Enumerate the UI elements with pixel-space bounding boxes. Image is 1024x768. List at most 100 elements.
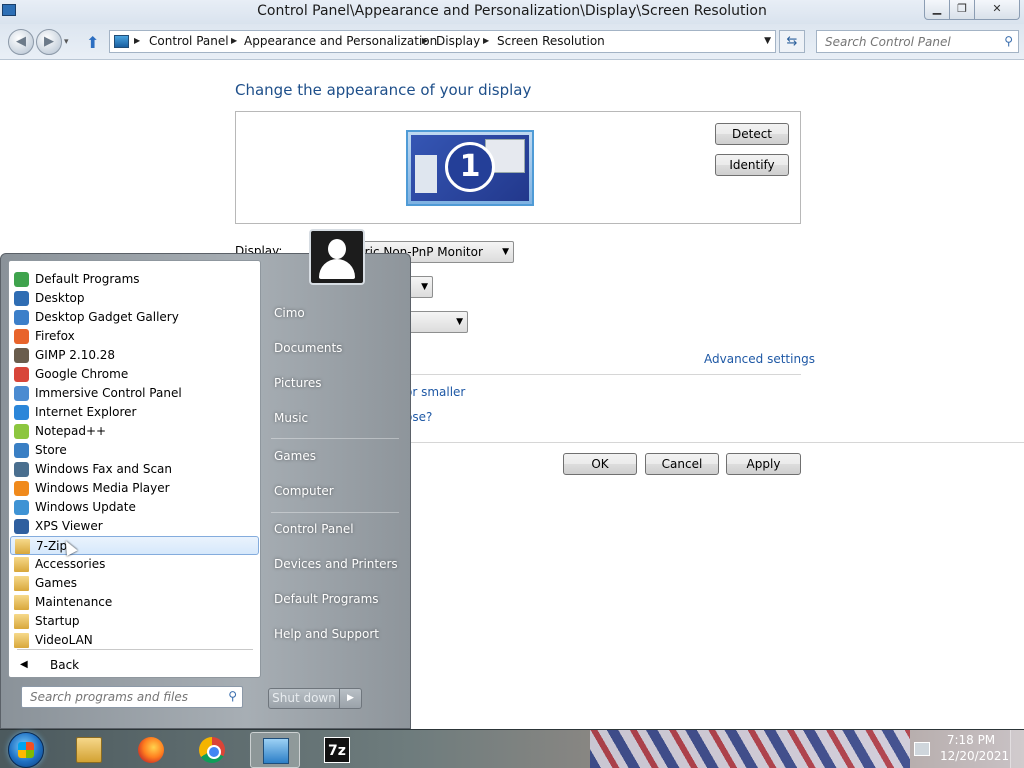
program-item[interactable]: Store	[10, 441, 259, 460]
folder-icon	[14, 557, 29, 572]
back-label: Back	[50, 658, 80, 672]
search-control-panel-box[interactable]: ⚲	[816, 30, 1019, 53]
apply-button[interactable]: Apply	[726, 453, 801, 475]
clock-date[interactable]: 12/20/2021	[940, 749, 1009, 763]
chevron-right-icon[interactable]: ▶	[483, 36, 489, 45]
program-item[interactable]: Windows Fax and Scan	[10, 460, 259, 479]
address-dropdown-icon[interactable]: ▼	[764, 36, 771, 46]
program-item[interactable]: 7-Zip	[10, 536, 259, 555]
program-item[interactable]: Firefox	[10, 327, 259, 346]
dropdown-arrow-icon: ▼	[502, 247, 509, 257]
cancel-button[interactable]: Cancel	[645, 453, 719, 475]
chevron-right-icon[interactable]: ▶	[134, 36, 140, 45]
start-link-default-programs[interactable]: Default Programs	[274, 592, 379, 606]
breadcrumb-screen-resolution[interactable]: Screen Resolution	[497, 34, 605, 48]
start-link-control-panel[interactable]: Control Panel	[274, 522, 354, 536]
program-item[interactable]: Immersive Control Panel	[10, 384, 259, 403]
navigation-bar: ◀ ▶ ▾ ⬆ ▶ Control Panel ▶ Appearance and…	[0, 24, 1024, 60]
close-button[interactable]: ✕	[974, 0, 1020, 20]
identify-button[interactable]: Identify	[715, 154, 789, 176]
program-item[interactable]: Notepad++	[10, 422, 259, 441]
program-item[interactable]: Maintenance	[10, 593, 259, 612]
program-item[interactable]: Desktop Gadget Gallery	[10, 308, 259, 327]
taskbar-explorer-button[interactable]	[64, 732, 114, 768]
recent-pages-dropdown[interactable]: ▾	[64, 37, 69, 47]
clock-time[interactable]: 7:18 PM	[940, 733, 1002, 747]
ok-button[interactable]: OK	[563, 453, 637, 475]
program-label: Notepad++	[35, 424, 107, 438]
monitor-1-thumbnail[interactable]: 1	[406, 130, 534, 206]
search-icon[interactable]: ⚲	[1004, 34, 1013, 48]
folder-icon	[14, 595, 29, 610]
program-item[interactable]: XPS Viewer	[10, 517, 259, 536]
folder-icon	[14, 633, 29, 648]
breadcrumb-control-panel[interactable]: Control Panel	[149, 34, 229, 48]
window-thumbnail	[415, 155, 437, 193]
program-item[interactable]: Desktop	[10, 289, 259, 308]
program-item[interactable]: Windows Media Player	[10, 479, 259, 498]
taskbar-7zip-button[interactable]: 7z	[312, 732, 362, 768]
taskbar-control-panel-button[interactable]	[250, 732, 300, 768]
up-arrow-icon[interactable]: ⬆	[86, 33, 99, 52]
start-link-devices-and-printers[interactable]: Devices and Printers	[274, 557, 398, 571]
page-title: Change the appearance of your display	[235, 81, 532, 99]
show-desktop-button[interactable]	[1010, 730, 1024, 768]
taskbar-firefox-button[interactable]	[126, 732, 176, 768]
make-text-larger-smaller-link[interactable]: or smaller	[405, 385, 465, 399]
maximize-button[interactable]: ❐	[949, 0, 975, 20]
start-link-help-and-support[interactable]: Help and Support	[274, 627, 379, 641]
program-label: GIMP 2.10.28	[35, 348, 116, 362]
start-link-cimo[interactable]: Cimo	[274, 306, 305, 320]
monitor-number: 1	[445, 142, 495, 192]
back-button[interactable]: ◀	[8, 29, 34, 55]
program-item[interactable]: VideoLAN	[10, 631, 259, 650]
program-label: Startup	[35, 614, 80, 628]
program-item[interactable]: Windows Update	[10, 498, 259, 517]
start-link-computer[interactable]: Computer	[274, 484, 334, 498]
divider	[17, 649, 253, 650]
breadcrumb-display[interactable]: Display	[436, 34, 480, 48]
minimize-button[interactable]: ▁	[924, 0, 950, 20]
folder-icon	[14, 614, 29, 629]
program-item[interactable]: Startup	[10, 612, 259, 631]
folder-icon	[15, 539, 30, 554]
start-link-pictures[interactable]: Pictures	[274, 376, 322, 390]
chevron-right-icon[interactable]: ▶	[231, 36, 237, 45]
start-link-documents[interactable]: Documents	[274, 341, 342, 355]
program-item[interactable]: Google Chrome	[10, 365, 259, 384]
all-programs-list: Default Programs Desktop Desktop Gadget Ga…	[8, 260, 261, 678]
start-link-games[interactable]: Games	[274, 449, 316, 463]
search-icon[interactable]: ⚲	[228, 689, 237, 703]
back-button[interactable]: ◀ Back	[10, 655, 259, 675]
user-avatar[interactable]	[309, 229, 365, 285]
folder-icon	[76, 737, 102, 763]
start-search-box[interactable]: ⚲	[21, 686, 243, 708]
program-item[interactable]: Default Programs	[10, 270, 259, 289]
back-arrow-icon: ◀	[20, 659, 28, 670]
program-item[interactable]: Accessories	[10, 555, 259, 574]
program-label: VideoLAN	[35, 633, 93, 647]
program-item[interactable]: Internet Explorer	[10, 403, 259, 422]
taskbar: 7z 7:18 PM 12/20/2021	[0, 729, 1024, 768]
shut-down-options-arrow-icon[interactable]: ▶	[340, 688, 362, 709]
refresh-button[interactable]: ⇆	[779, 30, 805, 53]
chevron-right-icon[interactable]: ▶	[422, 36, 428, 45]
start-button[interactable]	[8, 732, 44, 768]
search-programs-input[interactable]	[22, 687, 207, 707]
address-bar[interactable]: ▶ Control Panel ▶ Appearance and Persona…	[109, 30, 776, 53]
detect-button[interactable]: Detect	[715, 123, 789, 145]
advanced-settings-link[interactable]: Advanced settings	[704, 352, 815, 366]
forward-button[interactable]: ▶	[36, 29, 62, 55]
program-item[interactable]: GIMP 2.10.28	[10, 346, 259, 365]
network-icon[interactable]	[914, 742, 930, 756]
program-label: Default Programs	[35, 272, 140, 286]
search-input[interactable]	[817, 31, 987, 52]
start-link-music[interactable]: Music	[274, 411, 308, 425]
7zip-icon: 7z	[324, 737, 350, 763]
chrome-icon	[199, 737, 225, 763]
windows-logo-icon	[18, 742, 34, 758]
shut-down-button[interactable]: Shut down	[268, 688, 340, 709]
program-item[interactable]: Games	[10, 574, 259, 593]
taskbar-chrome-button[interactable]	[187, 732, 237, 768]
breadcrumb-appearance-personalization[interactable]: Appearance and Personalization	[244, 34, 437, 48]
